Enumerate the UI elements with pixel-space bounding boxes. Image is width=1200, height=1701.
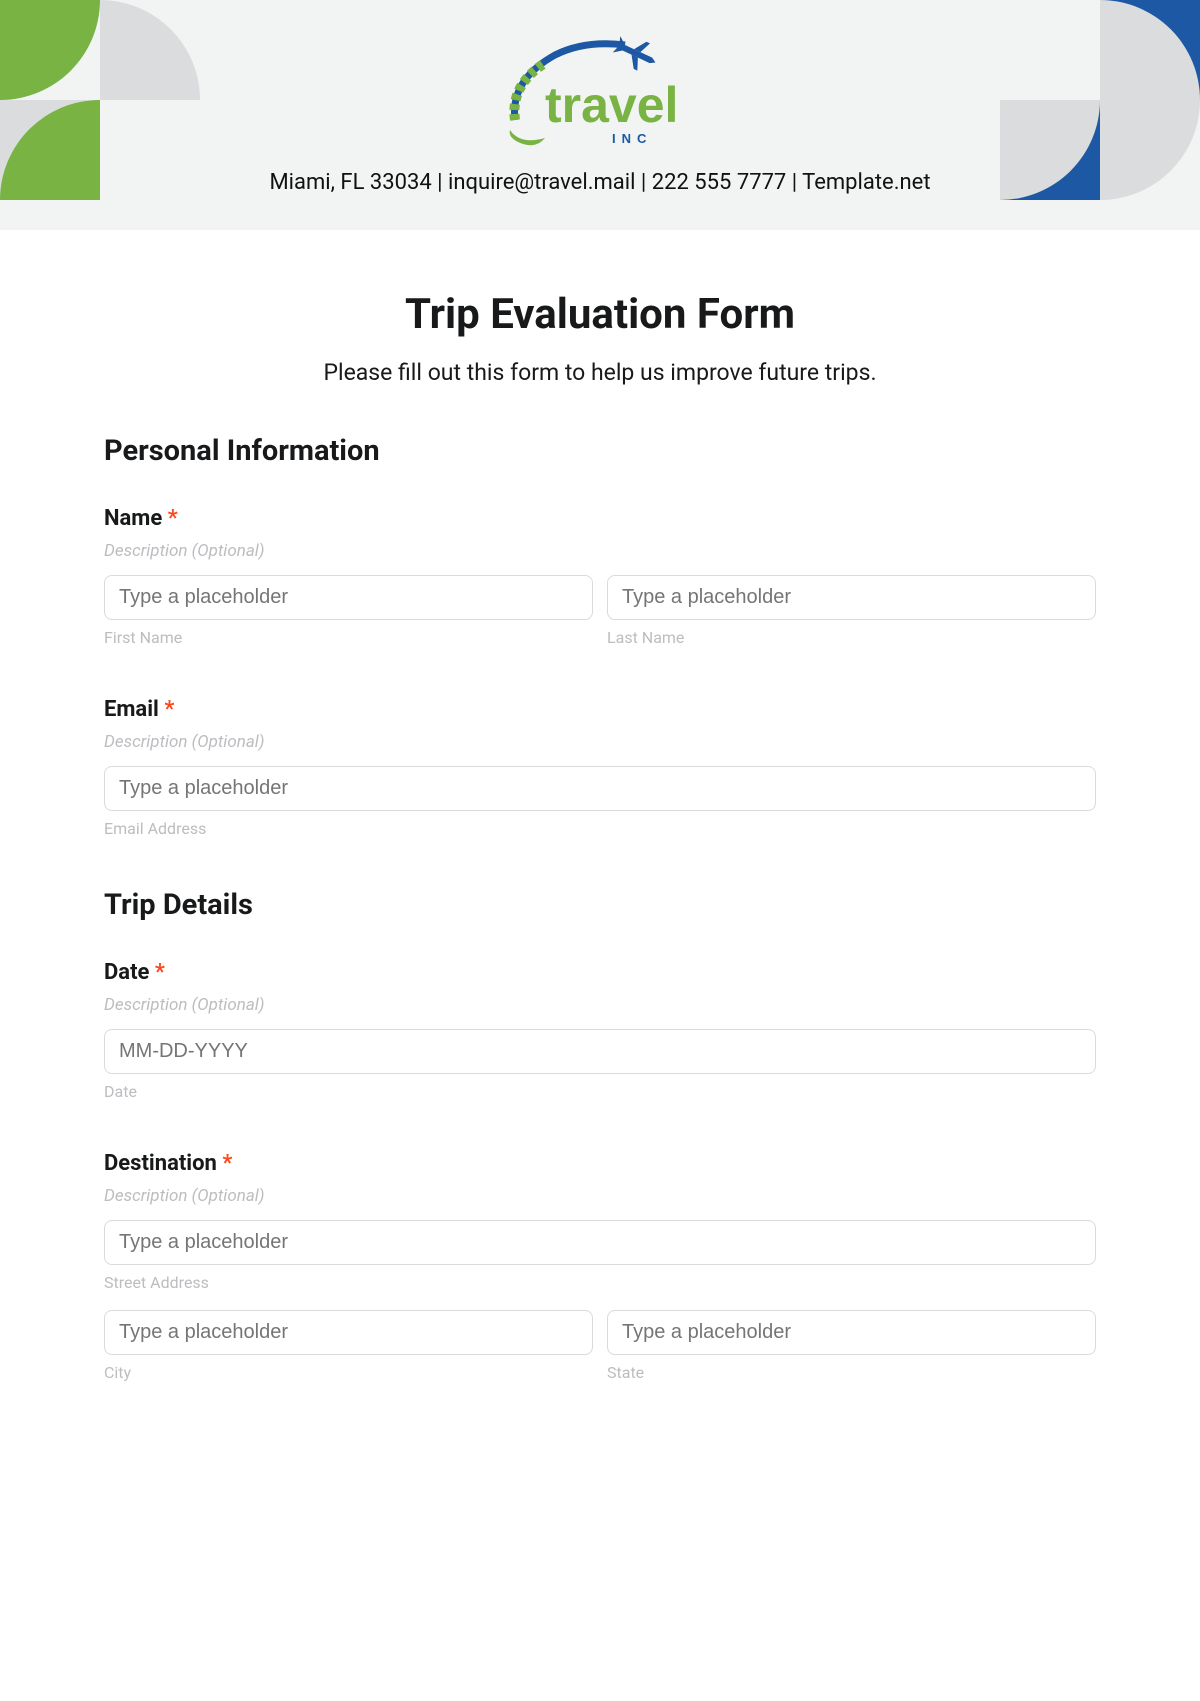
logo: travel INC	[500, 30, 700, 159]
header-decoration-right	[1000, 0, 1200, 230]
street-input[interactable]	[104, 1220, 1096, 1265]
city-input[interactable]	[104, 1310, 593, 1355]
date-label-text: Date	[104, 960, 149, 985]
field-destination: Destination * Description (Optional) Str…	[104, 1151, 1096, 1382]
section-trip-title: Trip Details	[104, 888, 1096, 922]
city-sublabel: City	[104, 1363, 593, 1382]
last-name-sublabel: Last Name	[607, 628, 1096, 647]
form-title: Trip Evaluation Form	[104, 290, 1096, 339]
email-label: Email *	[104, 697, 1096, 722]
destination-label: Destination *	[104, 1151, 1096, 1176]
date-sublabel: Date	[104, 1082, 1096, 1101]
form-content: Trip Evaluation Form Please fill out thi…	[0, 230, 1200, 1472]
required-indicator: *	[155, 960, 165, 985]
section-personal-title: Personal Information	[104, 434, 1096, 468]
last-name-input[interactable]	[607, 575, 1096, 620]
first-name-sublabel: First Name	[104, 628, 593, 647]
state-sublabel: State	[607, 1363, 1096, 1382]
contact-info: Miami, FL 33034 | inquire@travel.mail | …	[269, 170, 930, 195]
field-email: Email * Description (Optional) Email Add…	[104, 697, 1096, 838]
state-input[interactable]	[607, 1310, 1096, 1355]
date-input[interactable]	[104, 1029, 1096, 1074]
required-indicator: *	[164, 697, 174, 722]
street-sublabel: Street Address	[104, 1273, 1096, 1292]
svg-text:INC: INC	[612, 131, 652, 146]
header-decoration-left	[0, 0, 200, 230]
email-label-text: Email	[104, 697, 159, 722]
destination-description: Description (Optional)	[104, 1186, 1096, 1206]
name-label-text: Name	[104, 506, 162, 531]
svg-text:travel: travel	[545, 77, 678, 133]
destination-label-text: Destination	[104, 1151, 217, 1176]
first-name-input[interactable]	[104, 575, 593, 620]
field-name: Name * Description (Optional) First Name…	[104, 506, 1096, 647]
name-description: Description (Optional)	[104, 541, 1096, 561]
email-sublabel: Email Address	[104, 819, 1096, 838]
date-label: Date *	[104, 960, 1096, 985]
form-subtitle: Please fill out this form to help us imp…	[104, 359, 1096, 386]
header: travel INC Miami, FL 33034 | inquire@tra…	[0, 0, 1200, 230]
required-indicator: *	[168, 506, 178, 531]
name-label: Name *	[104, 506, 1096, 531]
email-input[interactable]	[104, 766, 1096, 811]
field-date: Date * Description (Optional) Date	[104, 960, 1096, 1101]
email-description: Description (Optional)	[104, 732, 1096, 752]
required-indicator: *	[222, 1151, 232, 1176]
date-description: Description (Optional)	[104, 995, 1096, 1015]
